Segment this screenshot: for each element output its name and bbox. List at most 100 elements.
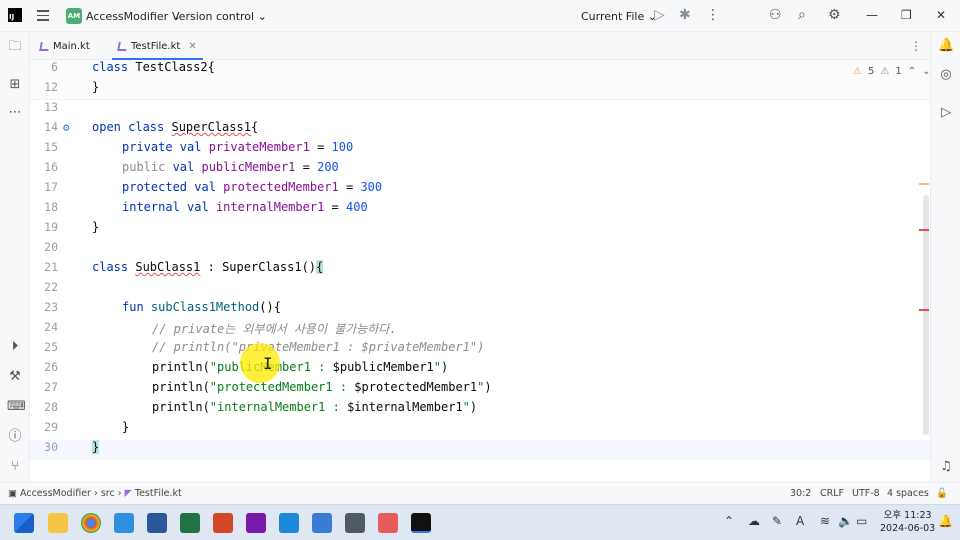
warning-marker[interactable]: [919, 183, 929, 185]
run-config-selector[interactable]: Current File ⌄: [581, 10, 657, 23]
main-menu-icon[interactable]: [37, 10, 49, 21]
word-icon[interactable]: [147, 513, 167, 533]
maximize-icon[interactable]: ❐: [901, 8, 912, 22]
run-panel-icon[interactable]: ▷: [938, 105, 954, 121]
tab-main-kt[interactable]: Main.kt: [39, 32, 90, 60]
terminal-icon[interactable]: ⌨: [7, 399, 26, 415]
code-line-18: internal val internalMember1 = 400: [122, 200, 368, 214]
editor-scrollbar[interactable]: [923, 195, 929, 435]
code-line-25: // println("privateMember1 : $privateMem…: [152, 340, 485, 354]
add-user-icon[interactable]: ⚇: [769, 7, 782, 23]
line-number: 25: [44, 340, 58, 354]
structure-icon[interactable]: ⊞: [7, 77, 23, 93]
more-actions-icon[interactable]: ⋮: [706, 7, 720, 23]
indent-setting[interactable]: 4 spaces: [887, 488, 929, 499]
project-folder-icon[interactable]: 🗀: [7, 39, 23, 55]
line-number: 17: [44, 180, 58, 194]
close-icon[interactable]: ✕: [936, 8, 946, 22]
breadcrumb-item[interactable]: AccessModifier: [20, 488, 91, 499]
settings-gear-icon[interactable]: ⚙: [828, 7, 841, 23]
excel-icon[interactable]: [180, 513, 200, 533]
file-encoding[interactable]: UTF-8: [852, 488, 880, 499]
breadcrumb: ▣ AccessModifier › src › ◤ TestFile.kt: [8, 488, 182, 499]
minimize-icon[interactable]: —: [866, 8, 878, 22]
windows-taskbar: ⌃ ☁ ✎ A ≋ 🔈 ▭ 오후 11:23 2024-06-03 🔔: [0, 504, 960, 540]
kotlin-file-icon: [39, 41, 50, 51]
pen-icon[interactable]: ✎: [772, 514, 782, 528]
snipping-tool-icon[interactable]: [378, 513, 398, 533]
line-number: 29: [44, 420, 58, 434]
onedrive-cloud-icon[interactable]: ☁: [748, 514, 760, 528]
close-tab-icon[interactable]: ✕: [188, 41, 196, 52]
ide-window: IJ AM AccessModifier ⌄ Version control ⌄…: [0, 0, 960, 540]
tab-testfile-kt[interactable]: TestFile.kt ✕: [112, 32, 203, 60]
notepad-icon[interactable]: [312, 513, 332, 533]
error-marker[interactable]: [919, 309, 929, 311]
mouse-ibeam-cursor: I: [263, 354, 273, 373]
chrome-icon[interactable]: [81, 513, 101, 533]
chevron-right-icon: ›: [117, 488, 125, 499]
right-tool-strip: 🔔 ◎ ▷ ♫: [930, 32, 960, 482]
ai-assistant-icon[interactable]: ◎: [938, 67, 954, 83]
breadcrumb-item[interactable]: TestFile.kt: [135, 488, 182, 499]
build-hammer-icon[interactable]: ⚒: [7, 369, 23, 385]
code-line-15: private val privateMember1 = 100: [122, 140, 354, 154]
notifications-icon[interactable]: ♫: [938, 459, 954, 475]
code-line-16: public val publicMember1 = 200: [122, 160, 339, 174]
line-number: 28: [44, 400, 58, 414]
project-selector[interactable]: AccessModifier ⌄: [86, 10, 181, 23]
debug-icon[interactable]: ✱: [679, 7, 691, 23]
inspection-widget[interactable]: ⚠ 5 ⚠ 1 ⌃ ⌄: [853, 66, 930, 77]
line-number: 26: [44, 360, 58, 374]
calculator-icon[interactable]: [345, 513, 365, 533]
onenote-icon[interactable]: [246, 513, 266, 533]
code-line-29: }: [122, 420, 130, 434]
ime-indicator[interactable]: A: [796, 514, 804, 528]
git-icon[interactable]: ⑂: [7, 459, 23, 475]
windows-start-icon[interactable]: [14, 513, 34, 533]
mouse-highlight: [240, 343, 280, 383]
volume-icon[interactable]: 🔈: [838, 514, 853, 528]
intellij-taskbar-icon[interactable]: [411, 513, 431, 533]
code-line-23: fun subClass1Method(){: [122, 300, 281, 314]
breadcrumb-item[interactable]: src: [101, 488, 115, 499]
intellij-logo-icon[interactable]: IJ: [8, 8, 22, 22]
line-number: 14: [44, 120, 58, 134]
run-tool-icon[interactable]: ⏵: [7, 339, 23, 355]
problems-icon[interactable]: ⓘ: [7, 429, 23, 445]
error-marker[interactable]: [919, 229, 929, 231]
code-line-19: }: [92, 220, 100, 234]
code-editor[interactable]: ⚠ 5 ⚠ 1 ⌃ ⌄ 6 12 13 14 15 16 17 18 19 20 2…: [30, 60, 930, 482]
code-line-27: println("protectedMember1 : $protectedMe…: [152, 380, 492, 394]
more-tools-icon[interactable]: ⋯: [7, 105, 23, 121]
line-number: 15: [44, 140, 58, 154]
wifi-icon[interactable]: ≋: [820, 514, 830, 528]
file-explorer-icon[interactable]: [48, 513, 68, 533]
line-separator[interactable]: CRLF: [820, 488, 844, 499]
project-badge[interactable]: AM: [66, 8, 82, 24]
code-line-14: open class SuperClass1{: [92, 120, 259, 134]
code-line-12: }: [92, 80, 100, 94]
tab-options-icon[interactable]: ⋮: [910, 39, 922, 53]
chevron-down-icon[interactable]: ⌄: [922, 66, 930, 77]
run-icon[interactable]: ▷: [654, 7, 665, 23]
vcs-selector[interactable]: Version control ⌄: [172, 10, 267, 23]
readonly-lock-icon[interactable]: 🔓: [936, 488, 948, 499]
kotlin-file-icon: [117, 41, 128, 51]
line-number: 19: [44, 220, 58, 234]
powerpoint-icon[interactable]: [213, 513, 233, 533]
caret-position[interactable]: 30:2: [790, 488, 811, 499]
search-icon[interactable]: ⌕: [798, 7, 806, 23]
system-clock[interactable]: 오후 11:23 2024-06-03: [880, 509, 935, 535]
app-icon[interactable]: [279, 513, 299, 533]
override-gutter-icon[interactable]: ⚙: [63, 121, 70, 134]
chevron-up-icon[interactable]: ⌃: [908, 66, 916, 77]
tray-overflow-icon[interactable]: ⌃: [724, 514, 734, 528]
line-number: 18: [44, 200, 58, 214]
kotlin-file-icon: ◤: [124, 488, 132, 499]
notifications-bell-icon[interactable]: 🔔: [938, 38, 954, 54]
photos-icon[interactable]: [114, 513, 134, 533]
battery-icon[interactable]: ▭: [856, 514, 867, 528]
code-line-6: class TestClass2{: [92, 60, 215, 74]
notification-bell-icon[interactable]: 🔔: [938, 514, 953, 528]
